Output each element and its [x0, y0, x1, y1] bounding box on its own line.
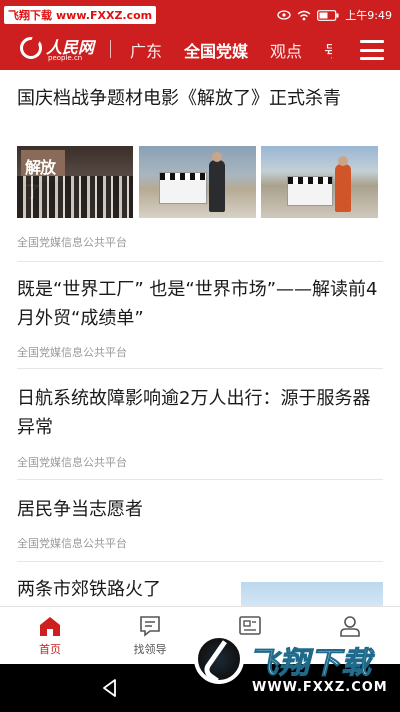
news-item[interactable]: 日航系统故障影响逾2万人出行：源于服务器异常 [17, 384, 383, 442]
watermark-title: 飞翔下载 [248, 646, 372, 682]
home-icon [40, 617, 60, 636]
nav-tab-national-party-media[interactable]: 全国党媒 [184, 38, 248, 62]
logo-mark-icon [20, 37, 42, 59]
message-icon [140, 616, 160, 637]
news-title[interactable]: 国庆档战争题材电影《解放了》正式杀青 [17, 84, 383, 113]
menu-icon[interactable] [360, 40, 384, 60]
news-image-event[interactable]: 解放了 [17, 146, 133, 218]
divider [17, 479, 383, 480]
news-title[interactable]: 居民争当志愿者 [17, 495, 383, 524]
news-image-clapperboard[interactable] [139, 146, 256, 218]
tab-home[interactable]: 首页 [0, 607, 100, 665]
watermark-url-text: WWW.FXXZ.COM [252, 680, 388, 695]
news-source: 全国党媒信息公共平台 [17, 236, 127, 249]
tab-label: 找领导 [133, 643, 167, 656]
watermark-badge: 飞翔下载 www.FXXZ.com [4, 6, 157, 24]
news-source: 全国党媒信息公共平台 [17, 537, 127, 550]
logo-subtext: people.cn [48, 54, 83, 62]
header-separator [110, 40, 111, 58]
news-title[interactable]: 两条市郊铁路火了 [17, 575, 230, 604]
news-title[interactable]: 日航系统故障影响逾2万人出行：源于服务器异常 [17, 384, 383, 442]
news-item[interactable]: 两条市郊铁路火了 [17, 575, 230, 604]
news-source-row: 全国党媒信息公共平台 [17, 532, 383, 551]
news-source: 全国党媒信息公共平台 [17, 456, 127, 469]
watermark-url: www.FXXZ.com [56, 8, 153, 22]
news-item[interactable]: 居民争当志愿者 [17, 495, 383, 524]
nav-tab-partial[interactable]: 号 [324, 38, 332, 62]
news-source-row: 全国党媒信息公共平台 [17, 341, 383, 360]
app-header: 人民网 people.cn 广东 全国党媒 观点 号 [0, 30, 400, 70]
channel-nav: 广东 全国党媒 观点 号 [130, 30, 332, 70]
news-feed[interactable]: 国庆档战争题材电影《解放了》正式杀青 解放了 全国党媒信息公共平台 既是“世界工… [0, 70, 400, 606]
news-item[interactable]: 国庆档战争题材电影《解放了》正式杀青 [17, 84, 383, 113]
tab-label: 首页 [39, 643, 61, 656]
watermark-brand: 飞翔下载 [8, 9, 52, 22]
status-time: 上午9:49 [345, 9, 392, 22]
nav-tab-guangdong[interactable]: 广东 [130, 38, 162, 62]
news-thumbnail[interactable] [241, 582, 383, 606]
eye-icon [277, 10, 291, 20]
news-source-row: 全国党媒信息公共平台 [17, 231, 383, 250]
watermark-emblem-icon [194, 634, 244, 684]
nav-tab-opinion[interactable]: 观点 [270, 38, 302, 62]
news-title[interactable]: 既是“世界工厂” 也是“世界市场”——解读前4月外贸“成绩单” [17, 275, 383, 333]
news-source-row: 全国党媒信息公共平台 [17, 451, 383, 470]
divider [17, 261, 383, 262]
divider [17, 561, 383, 562]
wifi-icon [297, 10, 311, 20]
app-logo[interactable]: 人民网 people.cn [20, 34, 100, 66]
status-bar: 飞翔下载 www.FXXZ.com 上午9:49 [0, 0, 400, 30]
news-item[interactable]: 既是“世界工厂” 也是“世界市场”——解读前4月外贸“成绩单” [17, 275, 383, 333]
watermark-logo: 飞翔下载 WWW.FXXZ.COM [186, 634, 390, 700]
back-icon[interactable] [100, 678, 120, 698]
tab-find-leader[interactable]: 找领导 [100, 607, 200, 665]
status-icons: 上午9:49 [277, 7, 392, 23]
news-image-clapperboard-2[interactable] [261, 146, 378, 218]
news-source: 全国党媒信息公共平台 [17, 346, 127, 359]
battery-icon [317, 9, 339, 21]
divider [17, 368, 383, 369]
